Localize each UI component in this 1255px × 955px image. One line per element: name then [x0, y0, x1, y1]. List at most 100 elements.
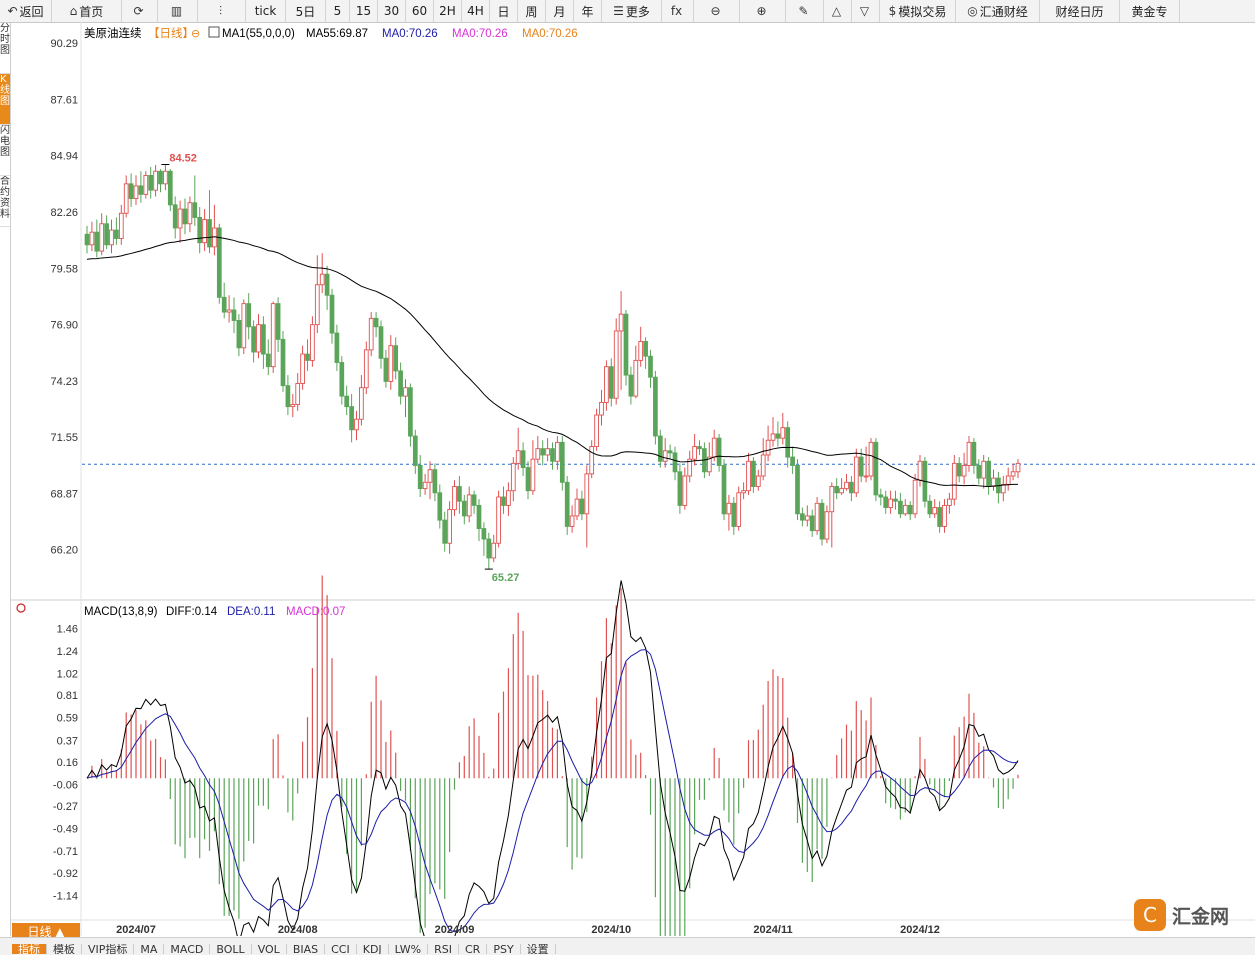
candle-body [138, 185, 144, 195]
candle-body [633, 359, 639, 397]
candle-body [667, 450, 673, 454]
candle-body [104, 223, 109, 246]
candle-body [623, 313, 629, 376]
candle-body [515, 450, 521, 464]
candle-body [314, 284, 320, 326]
candle-body [89, 231, 95, 246]
indicator-tab-7[interactable]: BIAS [287, 944, 326, 954]
candle-body [829, 486, 835, 513]
indicator-tab-1[interactable]: 模板 [47, 944, 82, 954]
indicator-tab-9[interactable]: KDJ [357, 944, 389, 954]
candle-body [628, 374, 634, 397]
candle-body [187, 202, 193, 225]
macd-legend-macd: MACD:0.07 [286, 606, 345, 618]
indicator-tab-10[interactable]: LW% [389, 944, 429, 954]
candle-body [790, 456, 795, 466]
candle-body [408, 387, 413, 437]
indicator-settings-icon [16, 603, 26, 613]
indicator-tab-13[interactable]: PSY [487, 944, 521, 954]
chart-area[interactable]: 90.29 87.61 84.94 82.26 79.58 76.90 74.23 71.55… [0, 0, 1255, 936]
candle-body [755, 475, 761, 487]
candle-body [339, 362, 345, 397]
candle-body [359, 387, 364, 420]
indicator-tab-14[interactable]: 设置 [521, 944, 556, 954]
indicator-tab-4[interactable]: MACD [164, 944, 211, 954]
time-axis-label: 2024/10 [591, 924, 631, 936]
candle-body [261, 324, 266, 355]
candle-body [427, 469, 433, 483]
candle-body [555, 441, 560, 462]
time-axis-label: 2024/09 [435, 924, 475, 936]
candle-body [736, 492, 742, 527]
candle-body [657, 435, 663, 462]
candle-body [368, 317, 374, 351]
main-legend-text: MA55:69.87 [306, 28, 368, 40]
candle-body [981, 460, 987, 479]
candle-body [942, 504, 947, 527]
candle-body [780, 427, 786, 439]
candle-body [153, 170, 158, 191]
candle-body [412, 435, 418, 466]
candle-body [182, 208, 188, 225]
candle-body [158, 170, 163, 185]
candle-body [486, 538, 492, 559]
candle-body [231, 309, 237, 321]
candle-body [123, 183, 129, 214]
price-tick-label: 74.23 [50, 376, 78, 388]
candle-body [672, 452, 678, 473]
indicator-tab-8[interactable]: CCI [325, 944, 357, 954]
candle-body [118, 212, 124, 239]
macd-legend-title: MACD(13,8,9) [84, 606, 158, 618]
candle-body [388, 345, 394, 382]
candle-body [236, 320, 242, 349]
indicator-tab-3[interactable]: MA [134, 944, 165, 954]
indicator-tab-5[interactable]: BOLL [210, 944, 252, 954]
candle-body [594, 414, 599, 448]
candle-body [295, 383, 301, 405]
candle-body [506, 490, 511, 506]
candle-body [275, 303, 281, 340]
candle-body [853, 456, 859, 494]
dea-line [86, 649, 1019, 933]
candle-body [888, 498, 893, 508]
main-legend-text: MA1(55,0,0,0) [222, 28, 295, 40]
candle-body [785, 427, 791, 458]
price-tick-label: 82.26 [50, 207, 78, 219]
candle-body [491, 542, 497, 559]
candle-body [868, 441, 874, 477]
candle-body [417, 465, 423, 490]
candle-body [354, 418, 359, 431]
candle-body [251, 326, 256, 353]
candle-body [481, 528, 487, 540]
candle-body [991, 477, 996, 487]
candle-body [363, 349, 369, 389]
candle-body [893, 498, 898, 502]
candle-body [878, 494, 884, 498]
indicator-tab-12[interactable]: CR [459, 944, 488, 954]
candle-body [378, 326, 384, 359]
candle-body [697, 446, 702, 450]
candle-body [535, 448, 541, 460]
candle-body [682, 475, 688, 506]
time-axis-label: 2024/07 [116, 924, 156, 936]
candle-body [216, 227, 222, 298]
candle-body [148, 174, 154, 191]
candle-body [800, 513, 805, 521]
candle-body [849, 481, 854, 494]
indicator-tab-6[interactable]: VOL [252, 944, 287, 954]
candle-body [618, 313, 624, 332]
price-tick-label: 84.94 [50, 151, 78, 163]
macd-tick-label: 1.02 [57, 668, 78, 680]
price-tick-label: 66.20 [50, 545, 78, 557]
candle-body [373, 317, 379, 328]
indicator-tab-2[interactable]: VIP指标 [82, 944, 135, 954]
candle-body [839, 488, 844, 494]
candle-body [711, 437, 717, 458]
indicator-tab-11[interactable]: RSI [428, 944, 459, 954]
candle-body [221, 296, 227, 313]
candle-body [324, 273, 330, 296]
main-legend-text: 美原油连续 [84, 26, 142, 40]
indicator-tab-0[interactable]: 指标 [12, 944, 47, 954]
candle-body [496, 496, 501, 544]
candle-body [746, 460, 751, 492]
